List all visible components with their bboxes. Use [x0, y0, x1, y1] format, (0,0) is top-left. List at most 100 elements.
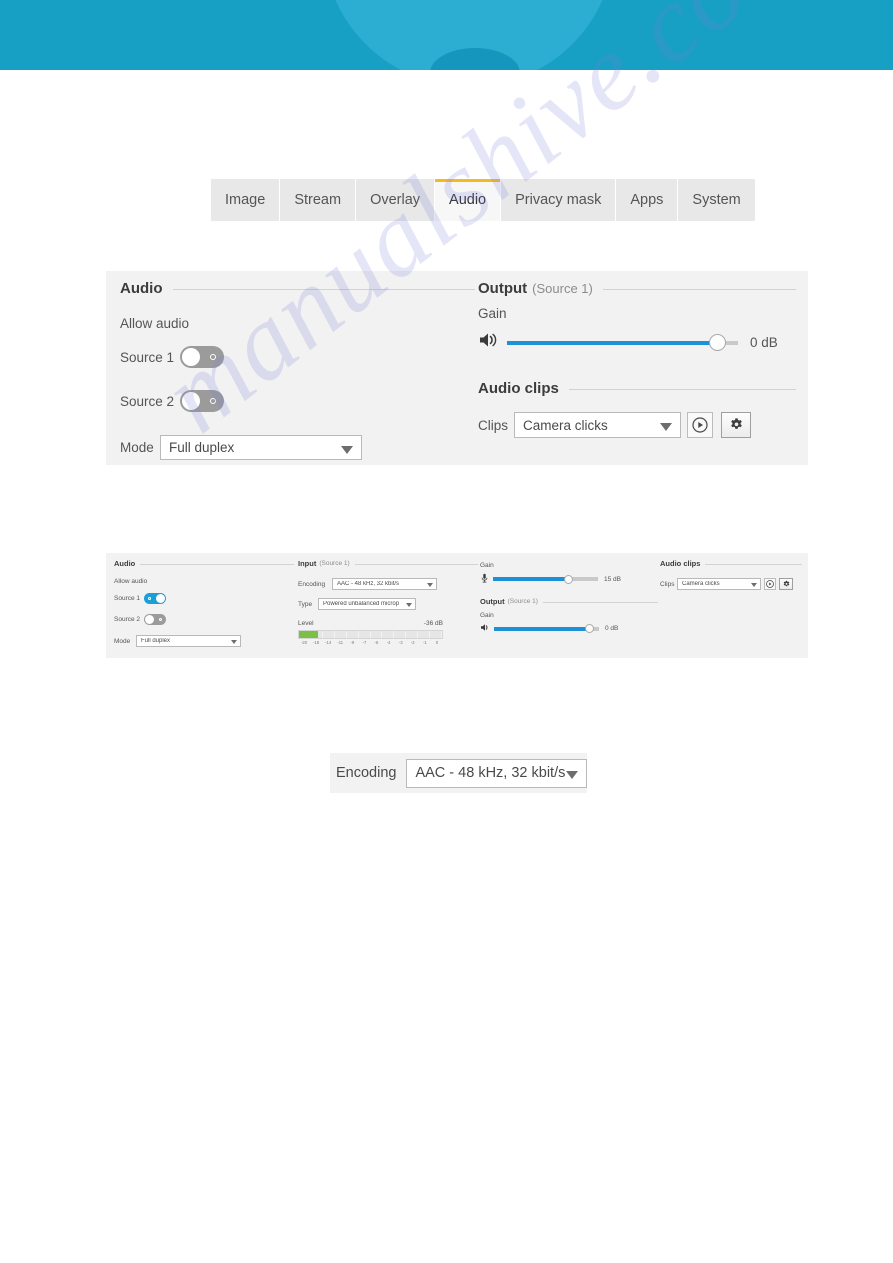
tab-overlay[interactable]: Overlay: [356, 179, 436, 221]
compact-clips-title: Audio clips: [660, 559, 701, 568]
speaker-icon: [480, 623, 490, 634]
source-1-label: Source 1: [120, 349, 175, 365]
compact-audio-clips-section: Audio clips Clips Camera clicks: [660, 553, 802, 590]
compact-source-1-label: Source 1: [114, 595, 141, 602]
tab-stream[interactable]: Stream: [280, 179, 357, 221]
mode-row: Mode Full duplex: [120, 435, 475, 460]
slider-handle[interactable]: [564, 574, 574, 584]
clips-select[interactable]: Camera clicks: [514, 412, 681, 438]
toggle-on-icon: [148, 597, 151, 600]
source-1-toggle[interactable]: [180, 346, 224, 368]
toggle-off-icon: [210, 354, 216, 360]
audio-section-title: Audio: [120, 280, 163, 297]
toggle-knob: [182, 348, 200, 366]
play-circle-icon: [692, 417, 708, 433]
compact-source-2-label: Source 2: [114, 616, 141, 623]
compact-clips-label: Clips: [660, 580, 675, 588]
compact-type-label: Type: [298, 600, 313, 608]
compact-output-title: Output: [480, 597, 505, 606]
section-divider-rule: [140, 564, 294, 565]
source-2-toggle[interactable]: [180, 390, 224, 412]
compact-source-1-toggle[interactable]: [144, 593, 166, 604]
output-gain-label: Gain: [478, 306, 507, 321]
audio-settings-panel: Audio Allow audio Source 1 Source 2 Mode…: [106, 271, 808, 465]
allow-audio-label: Allow audio: [120, 316, 190, 331]
tab-image[interactable]: Image: [211, 179, 281, 221]
scale-tick: -18: [310, 640, 322, 646]
compact-mode-select[interactable]: Full duplex: [136, 635, 241, 647]
gear-icon: [730, 417, 742, 429]
meter-seg: [418, 631, 431, 638]
compact-source-2-toggle[interactable]: [144, 614, 166, 625]
mode-select[interactable]: Full duplex: [160, 435, 362, 460]
compact-input-gain-track[interactable]: [493, 574, 598, 584]
encoding-detail-select[interactable]: AAC - 48 kHz, 32 kbit/s: [406, 758, 587, 788]
compact-type-select[interactable]: Powered unbalanced microp: [318, 598, 416, 610]
scale-tick: -11: [334, 640, 346, 646]
scale-tick: -14: [322, 640, 334, 646]
output-gain-slider-row: 0 dB: [478, 331, 796, 354]
compact-type-value: Powered unbalanced microp: [323, 601, 400, 607]
compact-clips-header: Audio clips: [660, 553, 802, 568]
compact-output-gain-slider-row: 0 dB: [480, 623, 658, 634]
compact-input-gain-value: 15 dB: [604, 575, 621, 583]
clips-select-value: Camera clicks: [523, 417, 608, 433]
toggle-off-icon: [159, 618, 162, 621]
page-header-banner: [0, 0, 893, 70]
section-divider-rule: [172, 289, 475, 290]
tab-label: Overlay: [370, 192, 421, 208]
chevron-down-icon: [751, 583, 757, 587]
section-divider-rule: [354, 564, 478, 565]
tab-system[interactable]: System: [678, 179, 755, 221]
scale-tick-label: -18: [313, 640, 320, 645]
compact-input-gain-slider-row: 15 dB: [480, 573, 658, 585]
compact-output-gain-track[interactable]: [494, 624, 599, 633]
slider-handle[interactable]: [708, 334, 726, 351]
tab-label: Stream: [294, 192, 342, 208]
compact-mode-value: Full duplex: [141, 638, 171, 644]
chevron-down-icon: [660, 423, 672, 431]
encoding-detail-value: AAC - 48 kHz, 32 kbit/s: [415, 765, 566, 781]
tab-label: Apps: [630, 192, 664, 208]
mode-label: Mode: [120, 440, 154, 455]
scale-tick-label: -6: [374, 640, 379, 645]
meter-seg: [371, 631, 383, 638]
chevron-down-icon: [406, 603, 412, 607]
compact-level-value: -36 dB: [423, 620, 443, 627]
tab-label: Image: [225, 192, 266, 208]
tab-privacy-mask[interactable]: Privacy mask: [501, 179, 617, 221]
compact-clips-row: Clips Camera clicks: [660, 578, 802, 590]
compact-clips-select[interactable]: Camera clicks: [677, 578, 761, 590]
level-meter-bar: [298, 630, 443, 639]
clip-settings-button[interactable]: [721, 412, 751, 438]
tab-audio[interactable]: Audio: [435, 179, 502, 221]
compact-audio-header: Audio: [114, 553, 294, 568]
scale-tick: -7: [358, 640, 370, 646]
compact-clip-settings-button[interactable]: [779, 578, 793, 590]
encoding-detail-callout: Encoding AAC - 48 kHz, 32 kbit/s: [330, 753, 587, 793]
scale-tick: -1: [419, 640, 431, 646]
compact-encoding-select[interactable]: AAC - 48 kHz, 32 kbit/s: [332, 578, 437, 590]
play-circle-icon: [766, 580, 774, 588]
compact-type-row: Type Powered unbalanced microp: [298, 598, 478, 610]
play-clip-button[interactable]: [687, 412, 713, 438]
level-meter-fill: [299, 631, 318, 638]
microphone-icon: [480, 573, 489, 585]
compact-mode-row: Mode Full duplex: [114, 635, 294, 647]
compact-play-clip-button[interactable]: [764, 578, 776, 590]
compact-source-2-row: Source 2: [114, 614, 294, 625]
scale-tick: -4: [383, 640, 395, 646]
slider-handle[interactable]: [585, 624, 595, 633]
scale-tick: -6: [370, 640, 382, 646]
section-divider-rule: [705, 564, 802, 565]
scale-tick-label: -4: [386, 640, 391, 645]
output-gain-slider-track[interactable]: [507, 334, 738, 351]
scale-tick-label: -7: [362, 640, 367, 645]
chevron-down-icon: [341, 445, 353, 454]
compact-mode-label: Mode: [114, 637, 131, 645]
compact-clips-value: Camera clicks: [682, 581, 720, 587]
meter-seg: [335, 631, 347, 638]
compact-audio-section: Audio Allow audio Source 1 Source 2 Mode…: [114, 553, 294, 647]
scale-tick-label: -11: [337, 640, 344, 645]
tab-apps[interactable]: Apps: [616, 179, 679, 221]
